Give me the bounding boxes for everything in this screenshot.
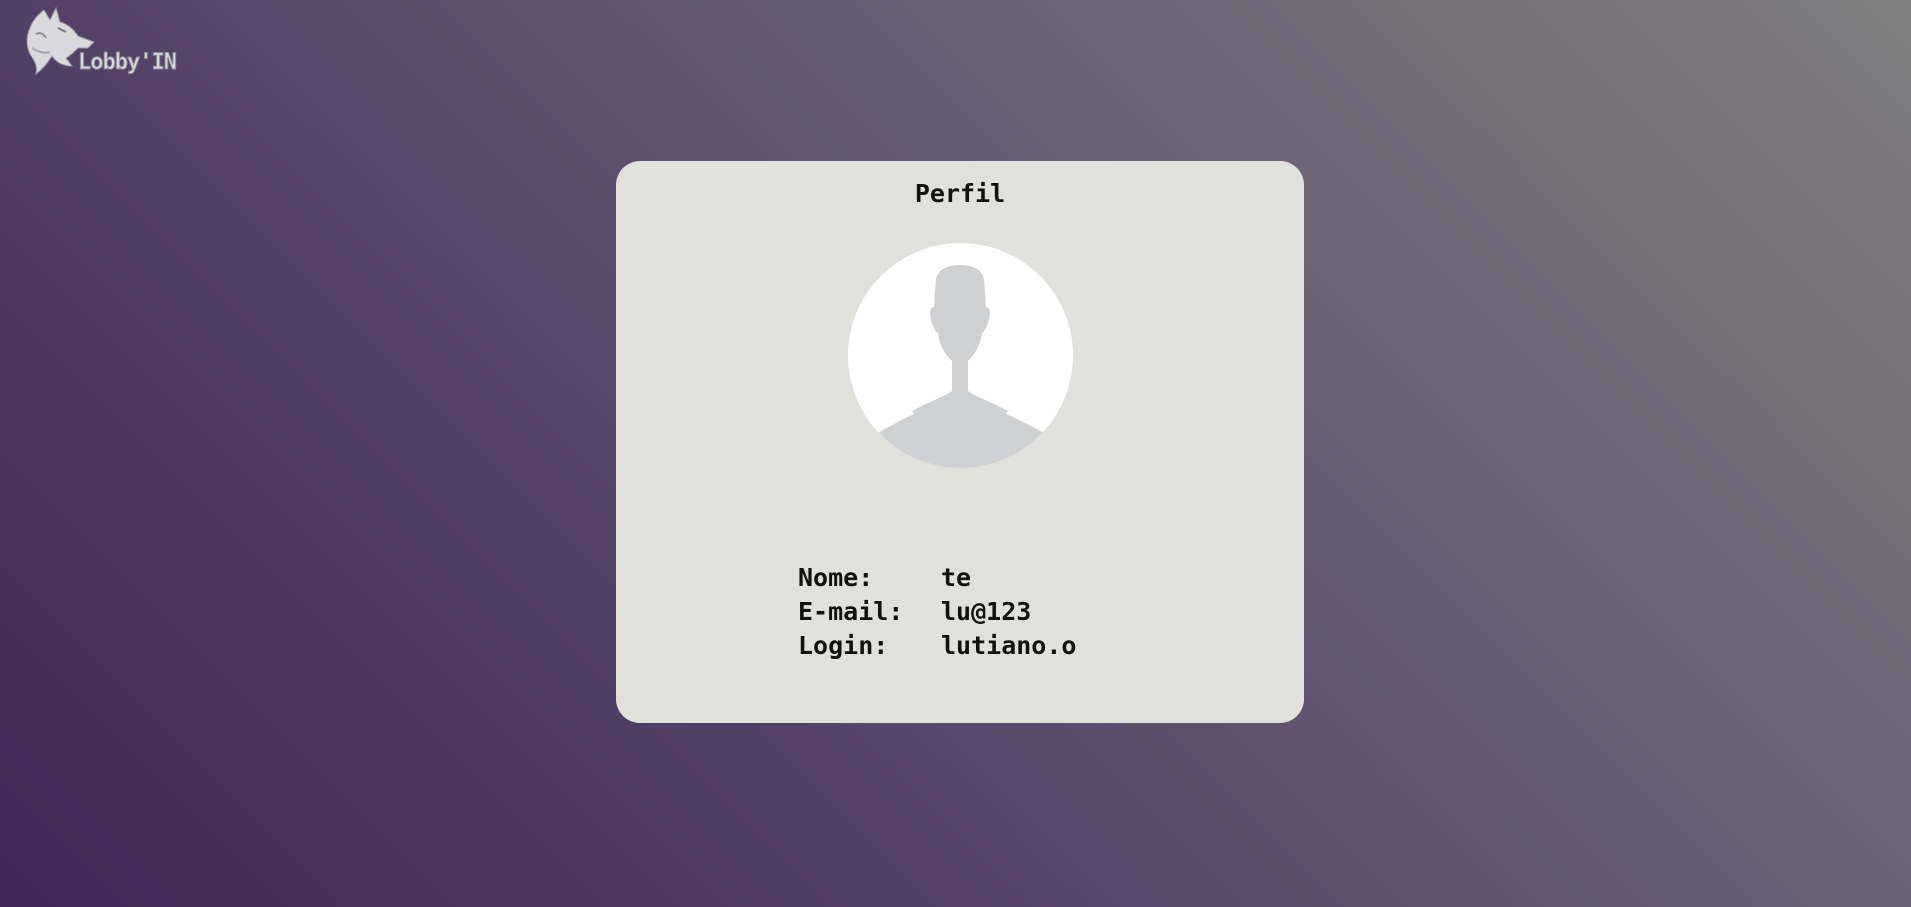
field-name-value: te (941, 563, 972, 592)
avatar (848, 243, 1073, 468)
field-email-label: E-mail: (798, 597, 904, 626)
app-logo[interactable]: Lobby'IN (22, 4, 202, 82)
profile-card: Perfil Nome: te E-mail: lu@123 Login: lu… (616, 161, 1304, 723)
field-login-value: lutiano.o (941, 631, 1077, 660)
user-silhouette-icon (878, 265, 1044, 468)
logo-text: Lobby'IN (78, 50, 178, 76)
page-title: Perfil (914, 179, 1006, 208)
field-login-label: Login: (798, 631, 889, 660)
field-email-value: lu@123 (941, 597, 1032, 626)
field-name-label: Nome: (798, 563, 874, 592)
